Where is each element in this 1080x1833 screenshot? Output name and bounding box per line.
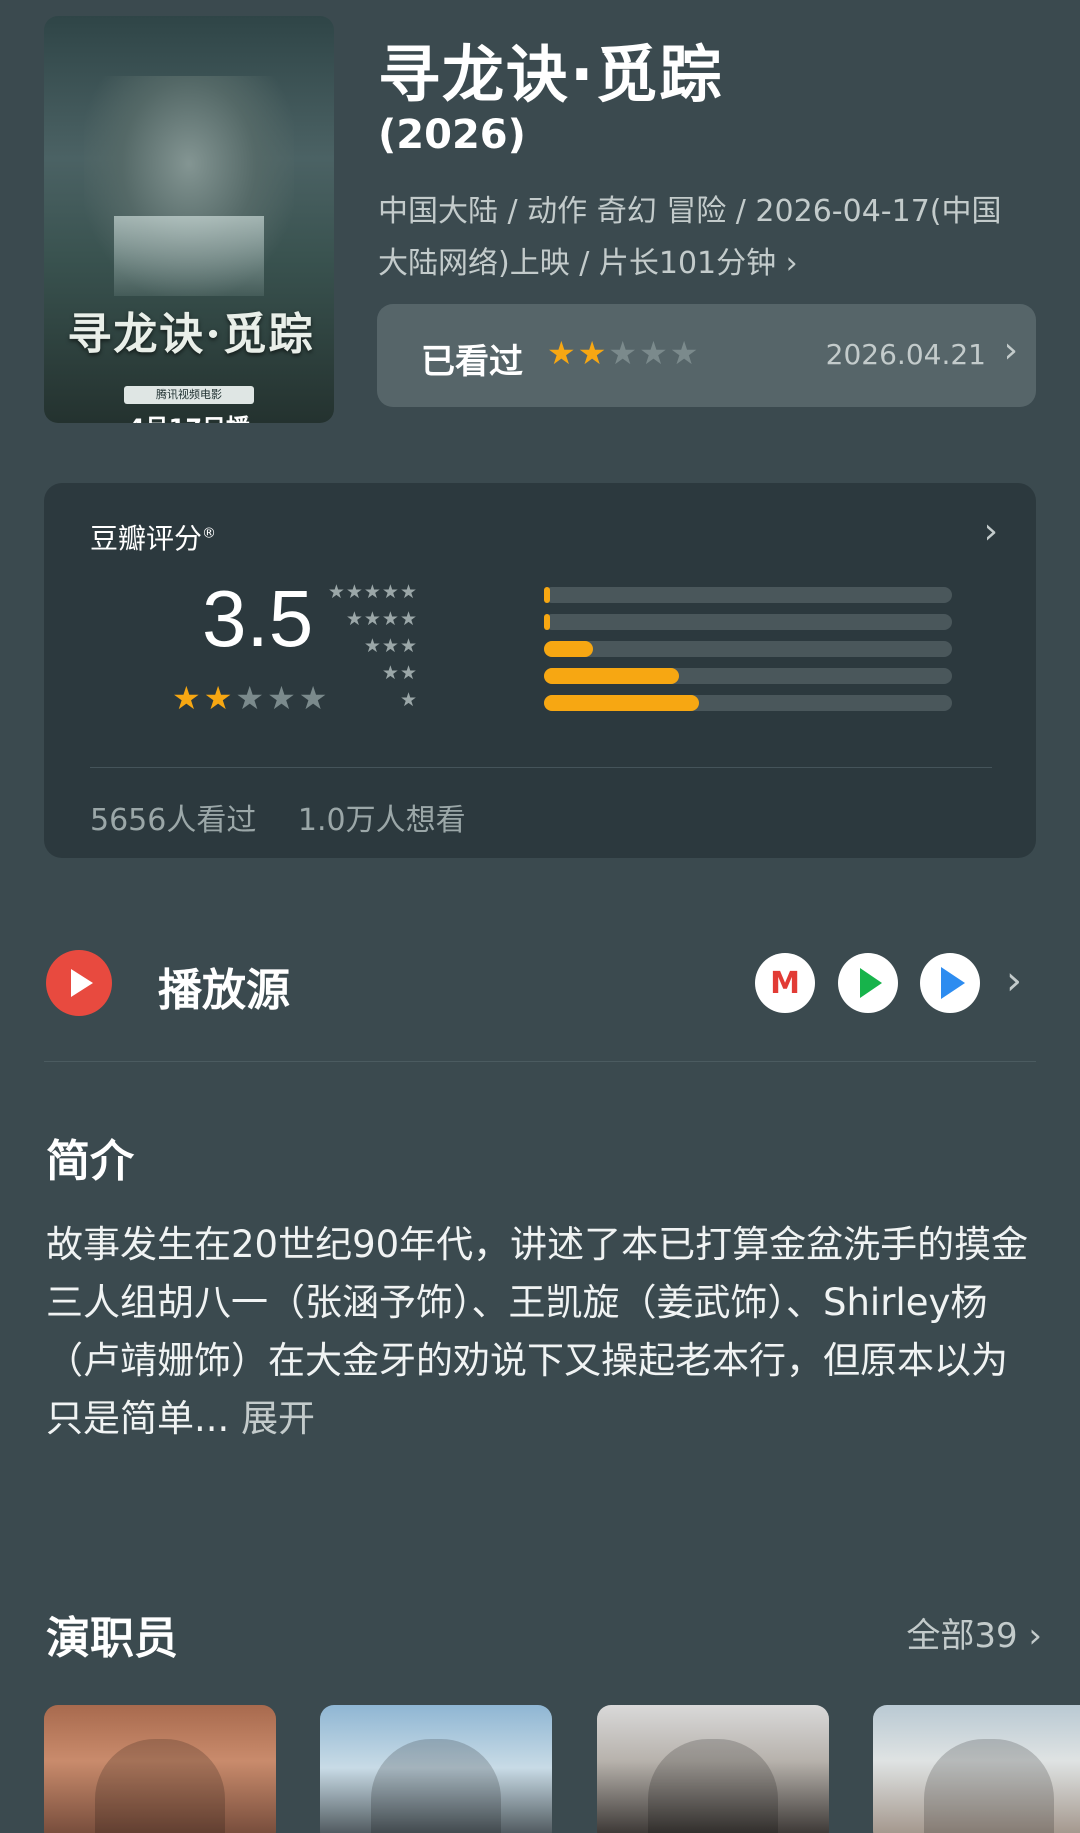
rating-label: 豆瓣评分® (90, 522, 217, 555)
distribution-track (544, 641, 952, 657)
distribution-stars-icon: ★★★★ (345, 608, 418, 630)
section-divider (44, 1061, 1036, 1062)
movie-title: 寻龙诀·觅踪 (378, 38, 724, 111)
cast-face (371, 1739, 501, 1833)
distribution-track (544, 695, 952, 711)
chevron-right-icon: › (1003, 330, 1018, 371)
distribution-fill (544, 641, 593, 657)
cast-photo[interactable] (597, 1705, 829, 1833)
douban-rating-card[interactable]: 豆瓣评分® › 3.5 ★★★★★ ★★★★★ ★★★★ ★★★ ★★ ★ 5656人看… (44, 483, 1036, 858)
registered-mark: ® (202, 525, 217, 542)
rating-score: 3.5 (202, 574, 314, 663)
poster-title: 寻龙诀·觅踪 (67, 309, 315, 360)
chevron-right-icon[interactable]: › (1006, 958, 1022, 1004)
intro-text[interactable]: 故事发生在20世纪90年代，讲述了本已打算金盆洗手的摸金三人组胡八一（张涵予饰）… (46, 1216, 1040, 1448)
youku-icon[interactable] (920, 953, 980, 1013)
cast-face (924, 1739, 1054, 1833)
star-filled-icon: ★ (577, 334, 609, 372)
intro-heading: 简介 (46, 1136, 134, 1187)
distribution-row-5: ★★★★★ (328, 581, 952, 608)
distribution-stars-icon: ★★ (381, 662, 418, 684)
chevron-right-icon: › (983, 511, 998, 552)
distribution-track (544, 587, 952, 603)
tencent-video-icon[interactable] (838, 953, 898, 1013)
star-empty-icon: ★ (639, 334, 670, 372)
poster-waterfall (114, 216, 264, 296)
cast-all-link[interactable]: 全部39 › (906, 1608, 1042, 1657)
star-filled-icon: ★ (547, 334, 578, 372)
poster-release: 4月17日播 (44, 408, 334, 423)
movie-year: (2026) (378, 112, 526, 158)
movie-meta-line2: 大陆网络)上映 / 片长101分钟 › (378, 246, 798, 281)
rating-distribution: ★★★★★ ★★★★ ★★★ ★★ ★ (328, 581, 952, 716)
star-empty-icon: ★ (669, 334, 701, 372)
star-empty-icon: ★ (298, 679, 331, 717)
distribution-track (544, 668, 952, 684)
distribution-stars-icon: ★ (399, 689, 418, 711)
play-icon (46, 950, 112, 1016)
distribution-track (544, 614, 952, 630)
cast-photo[interactable] (320, 1705, 552, 1833)
distribution-fill (544, 587, 550, 603)
distribution-fill (544, 695, 699, 711)
distribution-stars-icon: ★★★★★ (327, 581, 418, 603)
want-count: 1.0万人想看 (297, 803, 466, 838)
watched-label: 已看过 (421, 342, 523, 382)
poster-badge: 腾讯视频电影 (124, 386, 254, 404)
movie-meta-line1: 中国大陆 / 动作 奇幻 冒险 / 2026-04-17(中国 (378, 194, 1002, 229)
expand-link[interactable]: 展开 (241, 1397, 315, 1440)
star-empty-icon: ★ (267, 679, 299, 717)
star-empty-icon: ★ (235, 679, 268, 717)
cast-face (648, 1739, 778, 1833)
cast-face (95, 1739, 225, 1833)
watched-status-card[interactable]: 已看过 ★★★★★ 2026.04.21 › (377, 304, 1036, 407)
movie-poster[interactable]: 寻龙诀·觅踪 腾讯视频电影 4月17日播 (44, 16, 334, 423)
intro-body: 故事发生在20世纪90年代，讲述了本已打算金盆洗手的摸金三人组胡八一（张涵予饰）… (46, 1223, 1029, 1440)
distribution-fill (544, 668, 679, 684)
star-filled-icon: ★ (172, 679, 204, 717)
play-source-title[interactable]: 播放源 (158, 954, 290, 1018)
star-empty-icon: ★ (608, 334, 640, 372)
cast-photo[interactable] (873, 1705, 1080, 1833)
distribution-row-4: ★★★★ (346, 608, 952, 635)
rating-stars: ★★★★★ (172, 679, 330, 717)
rating-counts: 5656人看过 1.0万人想看 (90, 795, 498, 839)
distribution-row-3: ★★★ (364, 635, 952, 662)
distribution-stars-icon: ★★★ (363, 635, 418, 657)
watched-stars: ★★★★★ (547, 334, 700, 372)
cast-photo[interactable] (44, 1705, 276, 1833)
watched-date: 2026.04.21 (825, 338, 986, 371)
movie-detail-page: 寻龙诀·觅踪 腾讯视频电影 4月17日播 寻龙诀·觅踪 (2026) 中国大陆 … (0, 0, 1080, 1833)
movie-meta[interactable]: 中国大陆 / 动作 奇幻 冒险 / 2026-04-17(中国 大陆网络)上映 … (378, 186, 1038, 290)
divider (90, 767, 992, 768)
cast-heading: 演职员 (46, 1613, 178, 1664)
distribution-row-1: ★ (382, 689, 952, 716)
mango-tv-icon[interactable]: M (755, 953, 815, 1013)
watched-count: 5656人看过 (90, 803, 257, 838)
distribution-row-2: ★★ (382, 662, 952, 689)
distribution-fill (544, 614, 550, 630)
star-filled-icon: ★ (203, 679, 236, 717)
